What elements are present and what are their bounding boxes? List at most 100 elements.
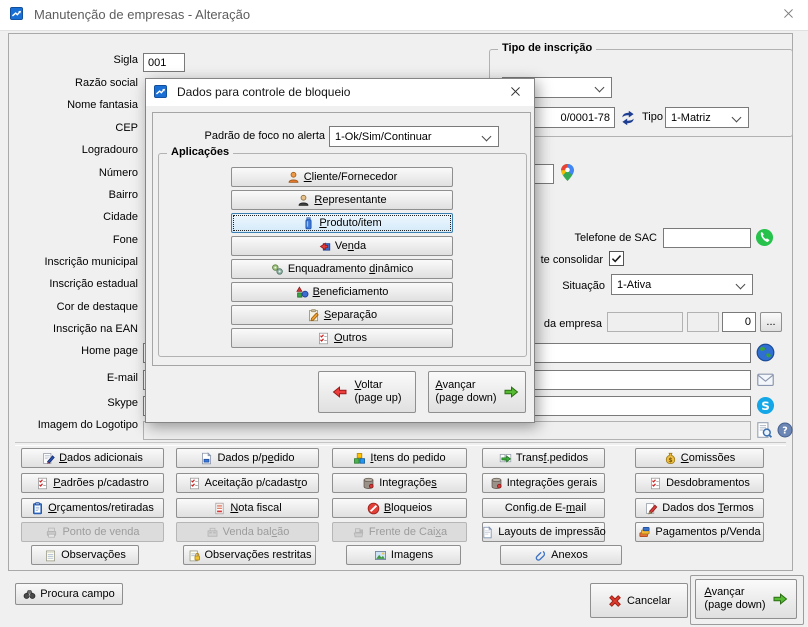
globe-icon[interactable] [756,343,775,362]
modal-avancar-button[interactable]: Avançar (page down) [428,371,526,413]
venda-button[interactable]: Venda [231,236,453,256]
button-label: Aceitação p/cadastro [205,477,308,489]
whatsapp-icon[interactable] [755,228,774,247]
person-dark-icon [297,194,310,207]
doc-blue-icon [200,452,213,465]
checklist-icon [36,477,49,490]
button-label: Anexos [551,549,588,561]
field-label-cor-de-destaque: Cor de destaque [13,301,138,313]
modal-close-icon[interactable] [509,85,524,100]
dados-adicionais-button[interactable]: Dados adicionais [21,448,164,468]
observacoes-restritas-button[interactable]: Observações restritas [183,545,316,565]
aceitacao-p-cadastro-button[interactable]: Aceitação p/cadastro [176,473,319,493]
anexos-button[interactable]: Anexos [500,545,622,565]
button-label: Venda balcão [223,526,290,538]
button-label: Integrações [379,477,436,489]
desdobramentos-button[interactable]: Desdobramentos [635,473,764,493]
layouts-de-impressao-button[interactable]: Layouts de impressão [482,522,605,542]
orcamentos-retiradas-button[interactable]: Orçamentos/retiradas [21,498,164,518]
imagens-button[interactable]: Imagens [346,545,461,565]
focus-select[interactable]: 1-Ok/Sim/Continuar [329,126,499,147]
cancel-x-icon [607,593,623,609]
paperclip-icon [534,549,547,562]
button-label: Enquadramento dinâmico [288,263,413,275]
cliente-fornecedor-button[interactable]: Cliente/Fornecedor [231,167,453,187]
google-maps-pin-icon[interactable] [558,163,577,182]
outros-button[interactable]: Outros [231,328,453,348]
transf-pedidos-button[interactable]: Transf.pedidos [482,448,605,468]
button-label: Nota fiscal [230,502,281,514]
image-icon [374,549,387,562]
dados-dos-termos-button[interactable]: Dados dos Termos [635,498,764,518]
avancar-page-down-button[interactable]: Avançar (page down) [695,579,797,619]
produto-item-button[interactable]: Produto/item [231,213,453,233]
cancelar-button[interactable]: Cancelar [590,583,688,618]
tipo-select[interactable]: 1-Matriz [665,107,749,128]
field-label-bairro: Bairro [13,189,138,201]
enquadramento-dinamico-button[interactable]: Enquadramento dinâmico [231,259,453,279]
button-label: Outros [334,332,367,344]
config-de-e-mail-button[interactable]: Config.de E-mail [482,498,605,518]
pagamentos-p-venda-button[interactable]: Pagamentos p/Venda [635,522,764,542]
button-label: Representante [314,194,386,206]
button-label: Observações [61,549,126,561]
checklist-icon [649,477,662,490]
button-label: Separação [324,309,377,321]
logotipo-input [143,421,751,440]
empresa-label: da empresa [538,318,602,330]
consolidar-checkbox[interactable] [609,251,624,266]
button-label: Comissões [681,452,735,464]
field-label-home-page: Home page [13,345,138,357]
button-label: Bloqueios [384,502,432,514]
empresa-field-2 [687,312,719,332]
modal-titlebar: Dados para controle de bloqueio [146,79,534,106]
voltar-page-up-button[interactable]: Voltar (page up) [318,371,416,413]
modal-content-panel: Padrão de foco no alerta 1-Ok/Sim/Contin… [152,112,531,366]
field-label-imagem-do-logotipo: Imagem do Logotipo [13,419,138,431]
procura-campo-label: Procura campo [40,588,115,600]
clipboard-pencil-icon [307,309,320,322]
sac-input[interactable] [663,228,751,248]
representante-button[interactable]: Representante [231,190,453,210]
separacao-button[interactable]: Separação [231,305,453,325]
button-label: Dados p/pedido [217,452,294,464]
check-icon [610,252,623,265]
sac-label: Telefone de SAC [549,232,657,244]
preview-icon[interactable] [755,421,773,439]
close-icon[interactable] [782,7,798,23]
field-label-fone: Fone [13,234,138,246]
dados-p-pedido-button[interactable]: Dados p/pedido [176,448,319,468]
bloqueios-button[interactable]: Bloqueios [332,498,467,518]
skype-icon[interactable]: S [756,396,775,415]
help-icon[interactable]: ? [777,422,793,438]
nota-fiscal-button[interactable]: Nota fiscal [176,498,319,518]
application-buttons: Cliente/Fornecedor Representante Produto/i… [231,167,453,348]
field-label-cep: CEP [13,122,138,134]
padroes-p-cadastro-button[interactable]: Padrões p/cadastro [21,473,164,493]
cnpj-sync-icon[interactable] [619,109,637,127]
integracoes-gerais-button[interactable]: Integrações gerais [482,473,605,493]
comissoes-button[interactable]: $ Comissões [635,448,764,468]
button-label: Itens do pedido [370,452,445,464]
empresa-count-input[interactable] [722,312,756,332]
focus-label: Padrão de foco no alerta [163,130,325,142]
arrow-right-green-icon [772,591,788,607]
observacoes-button[interactable]: Observações [31,545,139,565]
integracoes-button[interactable]: Integrações [332,473,467,493]
binoculars-icon [23,588,36,601]
mail-icon[interactable] [756,370,775,389]
clipboard-blue-icon [31,502,44,515]
empresa-more-button[interactable]: ... [760,312,782,332]
beneficiamento-button[interactable]: Beneficiamento [231,282,453,302]
svg-text:$: $ [668,456,672,463]
items-icon [353,452,366,465]
ponto-de-venda-button: Ponto de venda [21,522,164,542]
itens-do-pedido-button[interactable]: Itens do pedido [332,448,467,468]
situacao-select[interactable]: 1-Ativa [611,274,753,295]
sigla-input[interactable] [143,53,185,72]
avancar-label: Avançar [704,586,744,598]
database-icon [490,477,503,490]
field-label-cidade: Cidade [13,211,138,223]
titlebar: Manutenção de empresas - Alteração [0,0,808,31]
procura-campo-button[interactable]: Procura campo [15,583,123,605]
